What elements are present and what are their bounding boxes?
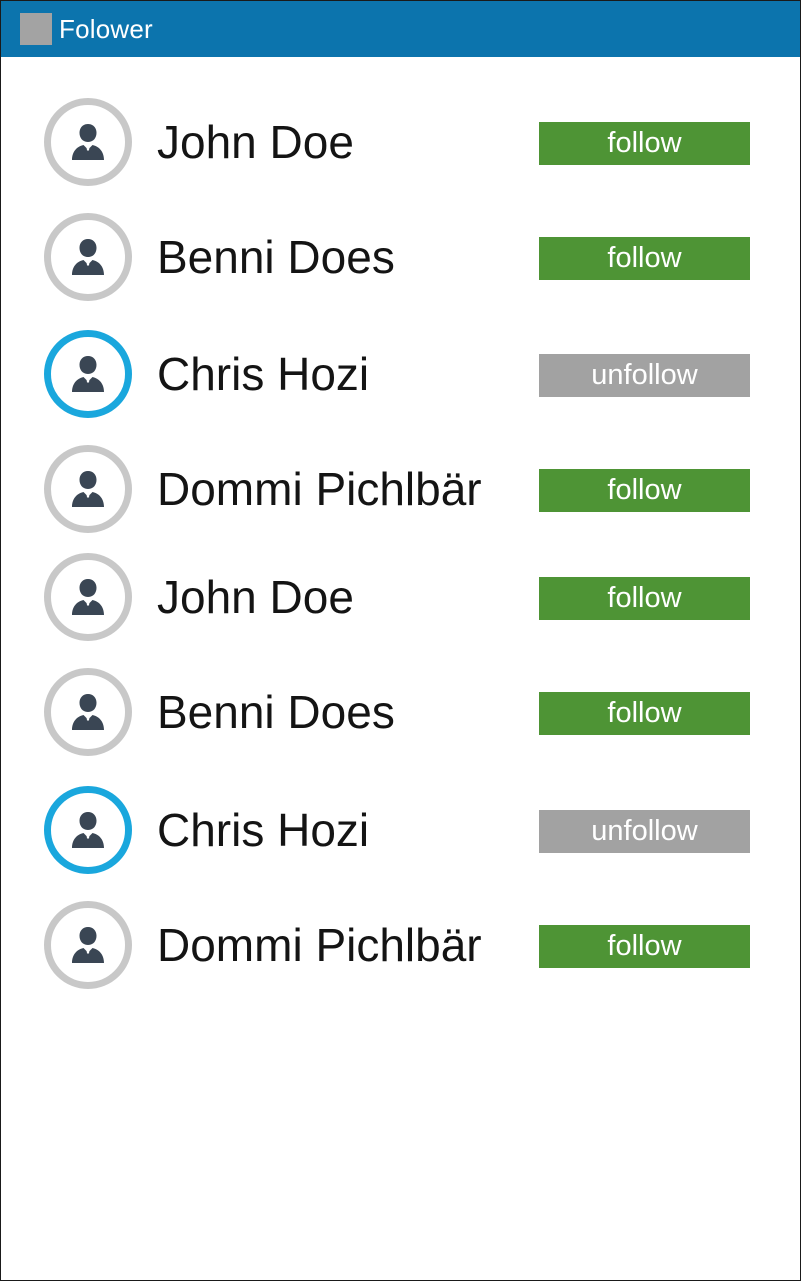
follower-name: Chris Hozi [157, 348, 370, 400]
follower-name: Chris Hozi [157, 804, 370, 856]
avatar [44, 553, 132, 641]
unfollow-button[interactable]: unfollow [539, 810, 750, 853]
unfollow-button[interactable]: unfollow [539, 354, 750, 397]
follow-button[interactable]: follow [539, 577, 750, 620]
follow-button[interactable]: follow [539, 469, 750, 512]
follow-button[interactable]: follow [539, 925, 750, 968]
user-silhouette-icon [72, 124, 104, 160]
avatar-followed [44, 330, 132, 418]
app-window: Folower John Doe follow Benni Does follo… [0, 0, 801, 1281]
follower-row: John Doe follow [1, 98, 800, 198]
follower-name: Dommi Pichlbär [157, 919, 482, 971]
user-silhouette-icon [72, 356, 104, 392]
user-silhouette-icon [72, 694, 104, 730]
user-silhouette-icon [72, 927, 104, 963]
avatar-followed [44, 786, 132, 874]
follower-row: Chris Hozi unfollow [1, 330, 800, 430]
follow-button[interactable]: follow [539, 122, 750, 165]
follower-list: John Doe follow Benni Does follow Chris … [1, 1, 800, 1280]
avatar [44, 98, 132, 186]
follower-row: Dommi Pichlbär follow [1, 901, 800, 1001]
follow-button[interactable]: follow [539, 237, 750, 280]
follow-button[interactable]: follow [539, 692, 750, 735]
follower-name: John Doe [157, 116, 354, 168]
follower-name: Dommi Pichlbär [157, 463, 482, 515]
user-silhouette-icon [72, 471, 104, 507]
user-silhouette-icon [72, 579, 104, 615]
avatar [44, 213, 132, 301]
follower-row: John Doe follow [1, 553, 800, 653]
user-silhouette-icon [72, 239, 104, 275]
follower-row: Dommi Pichlbär follow [1, 445, 800, 545]
follower-name: Benni Does [157, 231, 395, 283]
follower-row: Benni Does follow [1, 213, 800, 313]
avatar [44, 668, 132, 756]
avatar [44, 445, 132, 533]
follower-row: Benni Does follow [1, 668, 800, 768]
follower-name: Benni Does [157, 686, 395, 738]
avatar [44, 901, 132, 989]
follower-row: Chris Hozi unfollow [1, 786, 800, 886]
user-silhouette-icon [72, 812, 104, 848]
follower-name: John Doe [157, 571, 354, 623]
